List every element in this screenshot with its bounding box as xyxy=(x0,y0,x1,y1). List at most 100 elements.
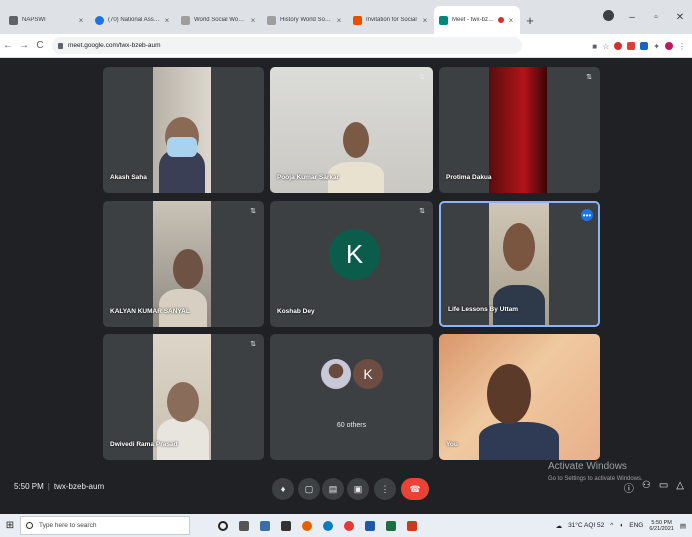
participant-avatar: K xyxy=(353,359,383,389)
recording-indicator-icon xyxy=(498,17,504,23)
weather-text[interactable]: 31°C AQI 52 xyxy=(568,522,604,529)
tab-national-association[interactable]: (70) National Associa × xyxy=(90,6,176,34)
weather-icon[interactable]: ☁ xyxy=(556,522,563,530)
pin-icon[interactable]: ⇅ xyxy=(250,340,256,348)
activities-icon[interactable]: △ xyxy=(676,480,684,495)
lock-icon xyxy=(58,42,63,49)
close-tab-icon[interactable]: × xyxy=(421,16,429,25)
notifications-icon[interactable]: ▤ xyxy=(680,522,686,530)
self-view-tile[interactable]: You xyxy=(439,334,600,460)
excel-icon[interactable] xyxy=(386,520,396,531)
tab-favicon-icon xyxy=(353,15,362,25)
tab-favicon-icon xyxy=(9,15,18,25)
cortana-icon[interactable] xyxy=(218,520,228,531)
info-icon[interactable]: ⓘ xyxy=(624,480,634,495)
volume-icon[interactable]: ◖ xyxy=(619,522,623,529)
participant-tile[interactable]: ⇅ Protima Dakua xyxy=(439,67,600,193)
extensions-area: ■ ☆ ✦ ⋮ xyxy=(592,34,686,58)
participant-tile-active-speaker[interactable]: ••• Life Lessons By Uttam xyxy=(439,201,600,327)
participant-name: You xyxy=(446,441,458,448)
pin-icon[interactable]: ⇅ xyxy=(419,207,425,215)
url-input[interactable]: meet.google.com/twx-bzeb-aum xyxy=(52,37,522,54)
tab-napswi[interactable]: NAPSWI × xyxy=(4,6,90,34)
present-button[interactable]: ▣ xyxy=(347,478,369,500)
red-extension-icon[interactable] xyxy=(627,42,636,50)
edge-icon[interactable] xyxy=(323,520,333,531)
video-feed xyxy=(153,67,211,193)
store-icon[interactable] xyxy=(260,520,270,531)
tab-world-social-work-day[interactable]: World Social Work Da× xyxy=(176,6,262,34)
window-controls: – ▫ ✕ xyxy=(596,0,692,34)
tab-title: World Social Work Da xyxy=(194,17,246,23)
others-tile[interactable]: K 60 others xyxy=(270,334,433,460)
participant-name: Protima Dakua xyxy=(446,174,492,181)
close-window-button[interactable]: ✕ xyxy=(668,12,692,23)
back-arrow-icon[interactable]: ← xyxy=(0,40,16,51)
firefox-icon[interactable] xyxy=(302,520,312,531)
profile-icon[interactable] xyxy=(596,10,620,24)
tab-title: (70) National Associa xyxy=(108,17,160,23)
more-options-button[interactable]: ⋮ xyxy=(374,478,396,500)
meet-icon xyxy=(439,15,448,25)
meeting-controls-bar: 5:50 PM | twx-bzeb-aum ♦ ▢ ▤ ▣ ⋮ ☎ Activat… xyxy=(0,461,692,508)
close-tab-icon[interactable]: × xyxy=(249,16,257,25)
microphone-button[interactable]: ♦ xyxy=(272,478,294,500)
pin-icon[interactable]: ⇅ xyxy=(586,73,592,81)
facebook-icon xyxy=(95,15,104,25)
new-tab-button[interactable]: + xyxy=(520,6,540,34)
opera-extension-icon[interactable] xyxy=(614,42,623,50)
screen: { "browser": { "tabs": [ {"title": "NAPS… xyxy=(0,0,692,537)
participant-tile[interactable]: K ⇅ Koshab Dey xyxy=(270,201,433,327)
close-tab-icon[interactable]: × xyxy=(163,16,171,25)
outlook-icon[interactable] xyxy=(365,520,375,531)
close-tab-icon[interactable]: × xyxy=(507,16,515,25)
video-feed xyxy=(439,334,600,460)
tab-history-world-social[interactable]: History World Social × xyxy=(262,6,348,34)
participant-name: Life Lessons By Uttam xyxy=(448,306,519,313)
language-indicator[interactable]: ENG xyxy=(629,522,643,529)
participant-tile[interactable]: Akash Saha xyxy=(103,67,264,193)
participant-tile[interactable]: ⇅ KALYAN KUMAR SANYAL xyxy=(103,201,264,327)
taskbar-clock[interactable]: 5:50 PM 6/21/2021 xyxy=(649,520,673,532)
minimize-button[interactable]: – xyxy=(620,12,644,23)
captions-button[interactable]: ▤ xyxy=(322,478,344,500)
star-icon[interactable]: ☆ xyxy=(602,42,609,51)
mail-icon[interactable] xyxy=(281,520,291,531)
reload-icon[interactable]: C xyxy=(32,40,48,51)
tray-chevron-icon[interactable]: ^ xyxy=(610,522,613,529)
taskbar: ⊞ Type here to search ☁ 31°C AQI 52 ^ ◖ … xyxy=(0,514,692,537)
task-view-icon[interactable] xyxy=(239,520,249,531)
powerpoint-icon[interactable] xyxy=(407,520,417,531)
meeting-code[interactable]: twx-bzeb-aum xyxy=(54,482,104,491)
camera-button[interactable]: ▢ xyxy=(298,478,320,500)
more-options-icon[interactable]: ••• xyxy=(581,209,593,221)
close-tab-icon[interactable]: × xyxy=(335,16,343,25)
tab-invitation[interactable]: Invitation for Social × xyxy=(348,6,434,34)
pin-icon[interactable]: ⇅ xyxy=(419,73,425,81)
puzzle-icon[interactable]: ✦ xyxy=(653,42,660,51)
tab-title: Invitation for Social xyxy=(366,17,417,23)
people-icon[interactable]: ⚇ xyxy=(642,480,651,495)
user-avatar-icon[interactable] xyxy=(665,42,673,50)
tab-favicon-icon xyxy=(267,15,276,25)
shield-extension-icon[interactable] xyxy=(640,42,649,50)
menu-dots-icon[interactable]: ⋮ xyxy=(678,42,686,51)
search-icon xyxy=(26,522,33,529)
camera-icon[interactable]: ■ xyxy=(592,42,597,51)
chat-icon[interactable]: ▭ xyxy=(659,480,668,495)
participant-tile[interactable]: ⇅ Dwivedi Rama Prasad xyxy=(103,334,264,460)
taskbar-search[interactable]: Type here to search xyxy=(20,516,190,535)
pin-icon[interactable]: ⇅ xyxy=(250,207,256,215)
forward-arrow-icon[interactable]: → xyxy=(16,40,32,51)
others-count: 60 others xyxy=(336,422,367,429)
video-feed xyxy=(489,67,547,193)
windows-start-icon[interactable]: ⊞ xyxy=(0,520,20,531)
close-tab-icon[interactable]: × xyxy=(77,16,85,25)
end-call-button[interactable]: ☎ xyxy=(401,478,429,500)
chrome-icon[interactable] xyxy=(344,520,354,531)
participant-name: Akash Saha xyxy=(110,174,147,181)
participant-tile[interactable]: ⇅ Pooja Kumar Sarkar xyxy=(270,67,433,193)
tab-meet[interactable]: Meet - twx-bzeb- × xyxy=(434,6,520,34)
participant-avatar: K xyxy=(329,229,380,280)
maximize-button[interactable]: ▫ xyxy=(644,12,668,23)
